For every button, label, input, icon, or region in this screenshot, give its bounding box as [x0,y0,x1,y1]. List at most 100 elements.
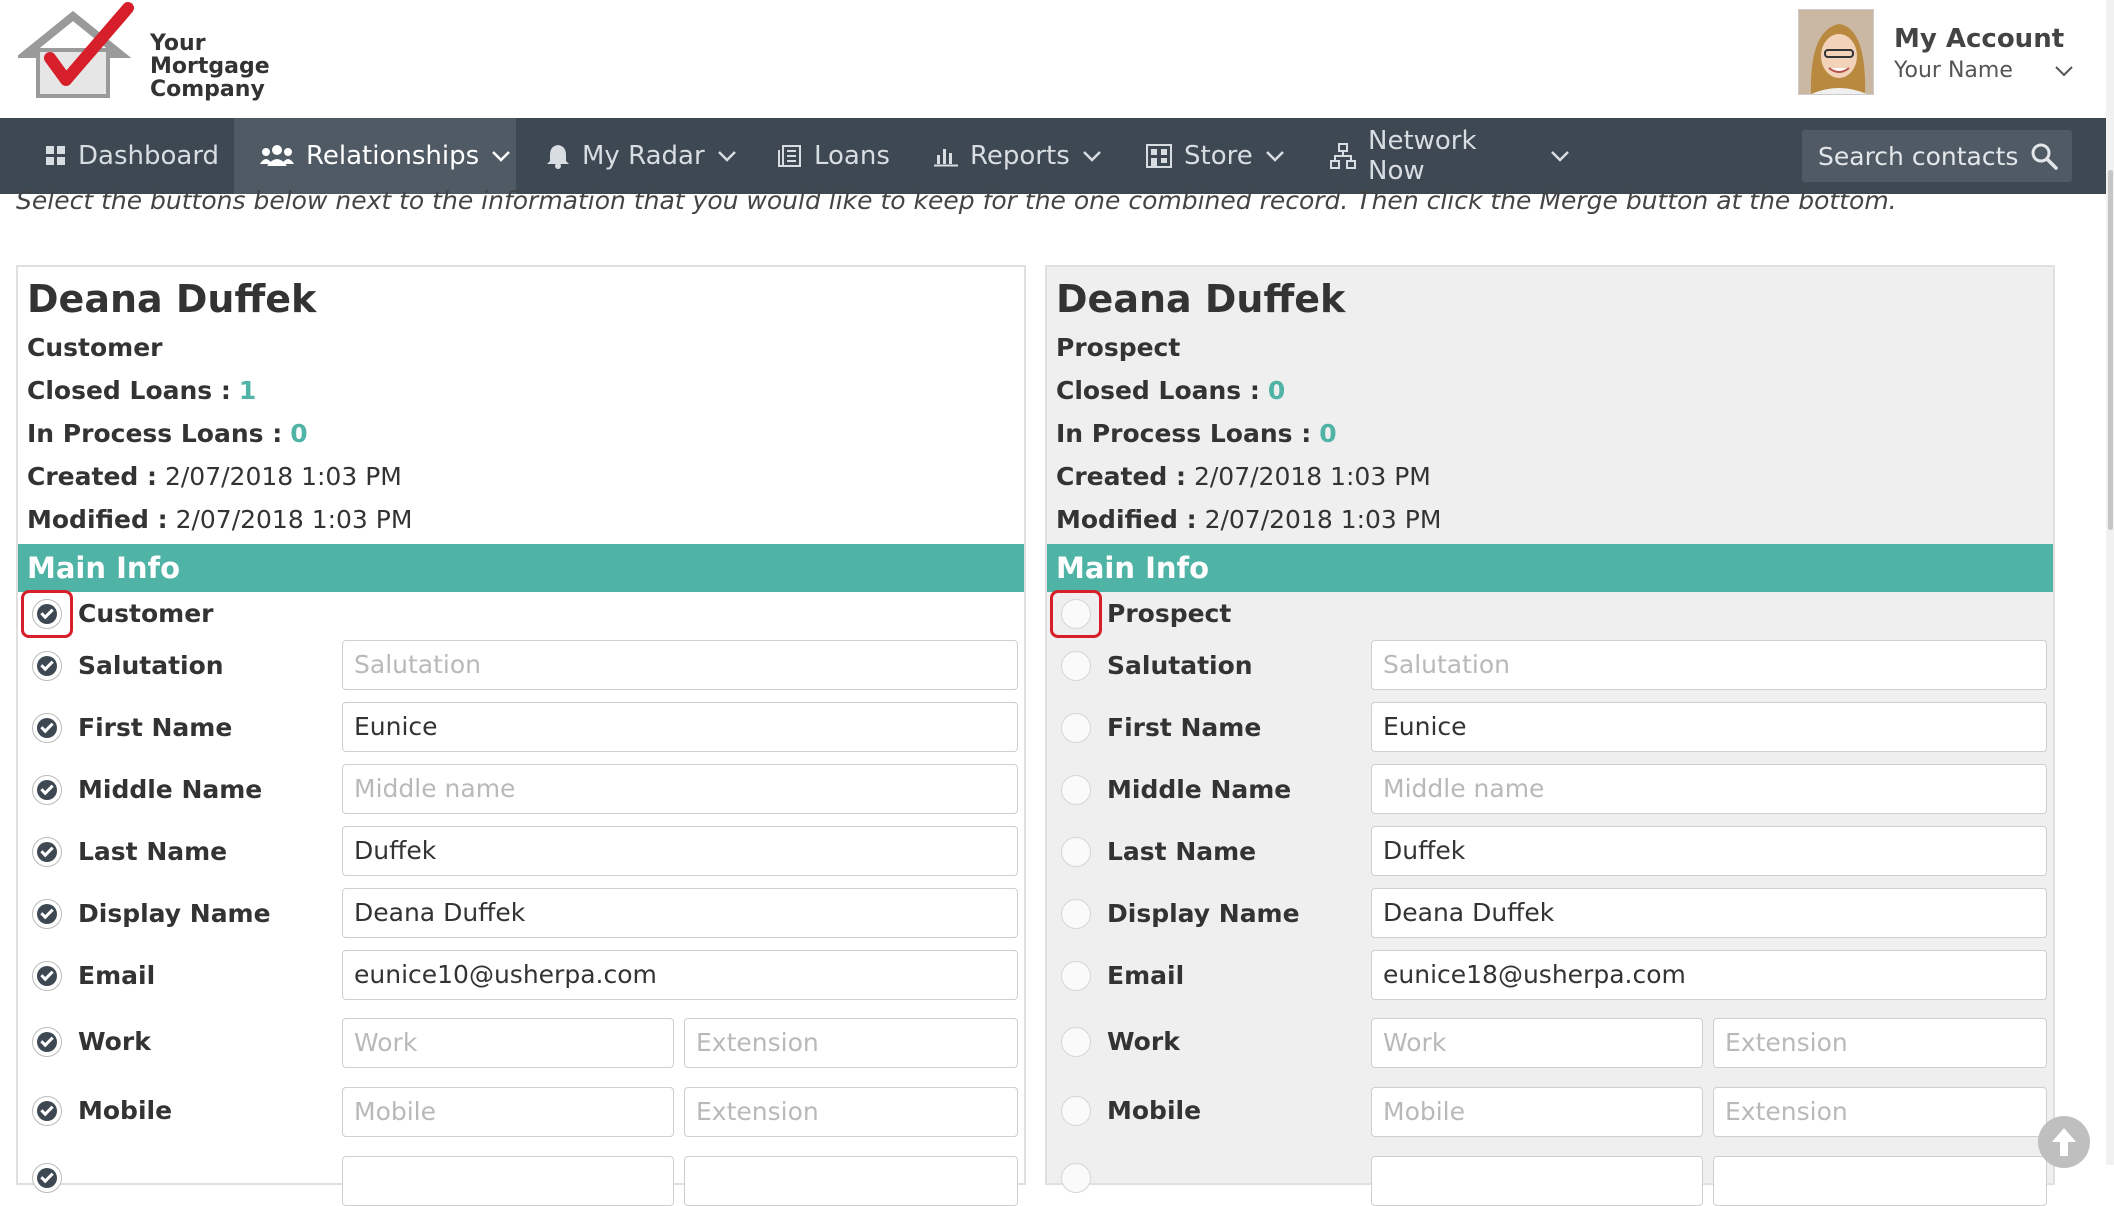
work-phone-field[interactable]: Work [342,1018,674,1068]
select-first-name-radio[interactable] [32,713,62,743]
main-info-header: Main Info [18,544,1024,592]
nav-relationships[interactable]: Relationships [234,118,516,194]
nav-reports[interactable]: Reports [934,118,1104,194]
select-middle-name-radio[interactable] [1061,775,1091,805]
record-name: Deana Duffek [27,277,317,321]
mobile-phone-field[interactable]: Mobile [342,1087,674,1137]
last-name-label: Last Name [1107,837,1257,866]
nav-loans[interactable]: Loans [778,118,898,194]
nav-store[interactable]: Store [1146,118,1286,194]
salutation-label: Salutation [1107,651,1253,680]
chevron-down-icon[interactable] [2052,59,2076,83]
select-next-field-radio[interactable] [1061,1163,1091,1193]
salutation-label: Salutation [78,651,224,680]
next-field-input[interactable] [1371,1156,1703,1206]
last-name-field[interactable]: Duffek [342,826,1018,876]
nav-my-radar[interactable]: My Radar [546,118,746,194]
select-last-name-radio[interactable] [1061,837,1091,867]
network-icon [1330,143,1356,169]
select-email-radio[interactable] [32,961,62,991]
select-type-radio[interactable] [1061,599,1091,629]
salutation-field[interactable]: Salutation [342,640,1018,690]
search-icon[interactable] [2030,142,2058,170]
type-option-label: Prospect [1107,599,1232,628]
modified-date: Modified : 2/07/2018 1:03 PM [27,505,413,534]
last-name-label: Last Name [78,837,228,866]
next-field-input[interactable] [342,1156,674,1206]
select-email-radio[interactable] [1061,961,1091,991]
in-process-loans: In Process Loans : 0 [1056,419,1337,448]
closed-loans: Closed Loans : 0 [1056,376,1286,405]
next-field-extension[interactable] [1713,1156,2047,1206]
header: Your Mortgage Company My Account Your Na… [0,0,2114,118]
nav-loans-label: Loans [814,141,890,171]
first-name-field[interactable]: Eunice [342,702,1018,752]
mobile-extension-field[interactable]: Extension [1713,1087,2047,1137]
email-label: Email [1107,961,1185,990]
nav-reports-label: Reports [970,141,1070,171]
select-next-field-radio[interactable] [32,1163,62,1193]
display-name-field[interactable]: Deana Duffek [1371,888,2047,938]
select-last-name-radio[interactable] [32,837,62,867]
nav-dashboard[interactable]: Dashboard [0,118,234,194]
main-nav: Dashboard Relationships My Radar Loans R… [0,118,2106,194]
main-info-header: Main Info [1047,544,2053,592]
scroll-to-top-button[interactable] [2038,1116,2090,1168]
company-logo[interactable]: Your Mortgage Company [14,2,270,106]
next-field-extension[interactable] [684,1156,1018,1206]
work-phone-field[interactable]: Work [1371,1018,1703,1068]
search-contacts[interactable]: Search contacts [1802,130,2072,182]
my-account-title: My Account [1894,24,2065,54]
middle-name-field[interactable]: Middle name [342,764,1018,814]
nav-dashboard-label: Dashboard [78,141,220,171]
select-display-name-radio[interactable] [1061,899,1091,929]
merge-instructions: Select the buttons below next to the inf… [16,186,1897,215]
record-type: Prospect [1056,333,1181,362]
select-work-radio[interactable] [32,1027,62,1057]
select-mobile-radio[interactable] [32,1096,62,1126]
account-menu[interactable]: My Account Your Name [1798,9,2088,97]
mobile-label: Mobile [1107,1096,1202,1125]
in-process-loans: In Process Loans : 0 [27,419,308,448]
work-label: Work [78,1027,151,1056]
left-record-panel: Deana Duffek Customer Closed Loans : 1 I… [16,265,1026,1206]
email-field[interactable]: eunice18@usherpa.com [1371,950,2047,1000]
search-input[interactable]: Search contacts [1818,142,2018,171]
right-record-panel: Deana Duffek Prospect Closed Loans : 0 I… [1045,265,2055,1206]
salutation-field[interactable]: Salutation [1371,640,2047,690]
last-name-field[interactable]: Duffek [1371,826,2047,876]
select-first-name-radio[interactable] [1061,713,1091,743]
store-icon [1146,144,1172,168]
logo-text: Your Mortgage Company [150,31,270,102]
select-mobile-radio[interactable] [1061,1096,1091,1126]
chevron-down-icon [1082,151,1101,162]
select-display-name-radio[interactable] [32,899,62,929]
display-name-field[interactable]: Deana Duffek [342,888,1018,938]
nav-relationships-label: Relationships [306,141,480,171]
nav-network-now-label: Network Now [1368,126,1477,186]
middle-name-label: Middle Name [1107,775,1292,804]
select-type-radio[interactable] [32,599,62,629]
record-name: Deana Duffek [1056,277,1346,321]
mobile-extension-field[interactable]: Extension [684,1087,1018,1137]
select-salutation-radio[interactable] [32,651,62,681]
work-extension-field[interactable]: Extension [1713,1018,2047,1068]
nav-store-label: Store [1184,141,1253,171]
first-name-label: First Name [1107,713,1262,742]
select-work-radio[interactable] [1061,1027,1091,1057]
scrollbar-thumb[interactable] [2108,170,2113,530]
mobile-phone-field[interactable]: Mobile [1371,1087,1703,1137]
chevron-down-icon [492,151,511,162]
created-date: Created : 2/07/2018 1:03 PM [27,462,402,491]
nav-network-now[interactable]: Network Now [1330,118,1570,194]
work-extension-field[interactable]: Extension [684,1018,1018,1068]
email-field[interactable]: eunice10@usherpa.com [342,950,1018,1000]
select-middle-name-radio[interactable] [32,775,62,805]
middle-name-field[interactable]: Middle name [1371,764,2047,814]
type-option-label: Customer [78,599,214,628]
display-name-label: Display Name [78,899,271,928]
account-user-name: Your Name [1894,58,2013,83]
first-name-field[interactable]: Eunice [1371,702,2047,752]
chevron-down-icon [717,151,736,162]
select-salutation-radio[interactable] [1061,651,1091,681]
